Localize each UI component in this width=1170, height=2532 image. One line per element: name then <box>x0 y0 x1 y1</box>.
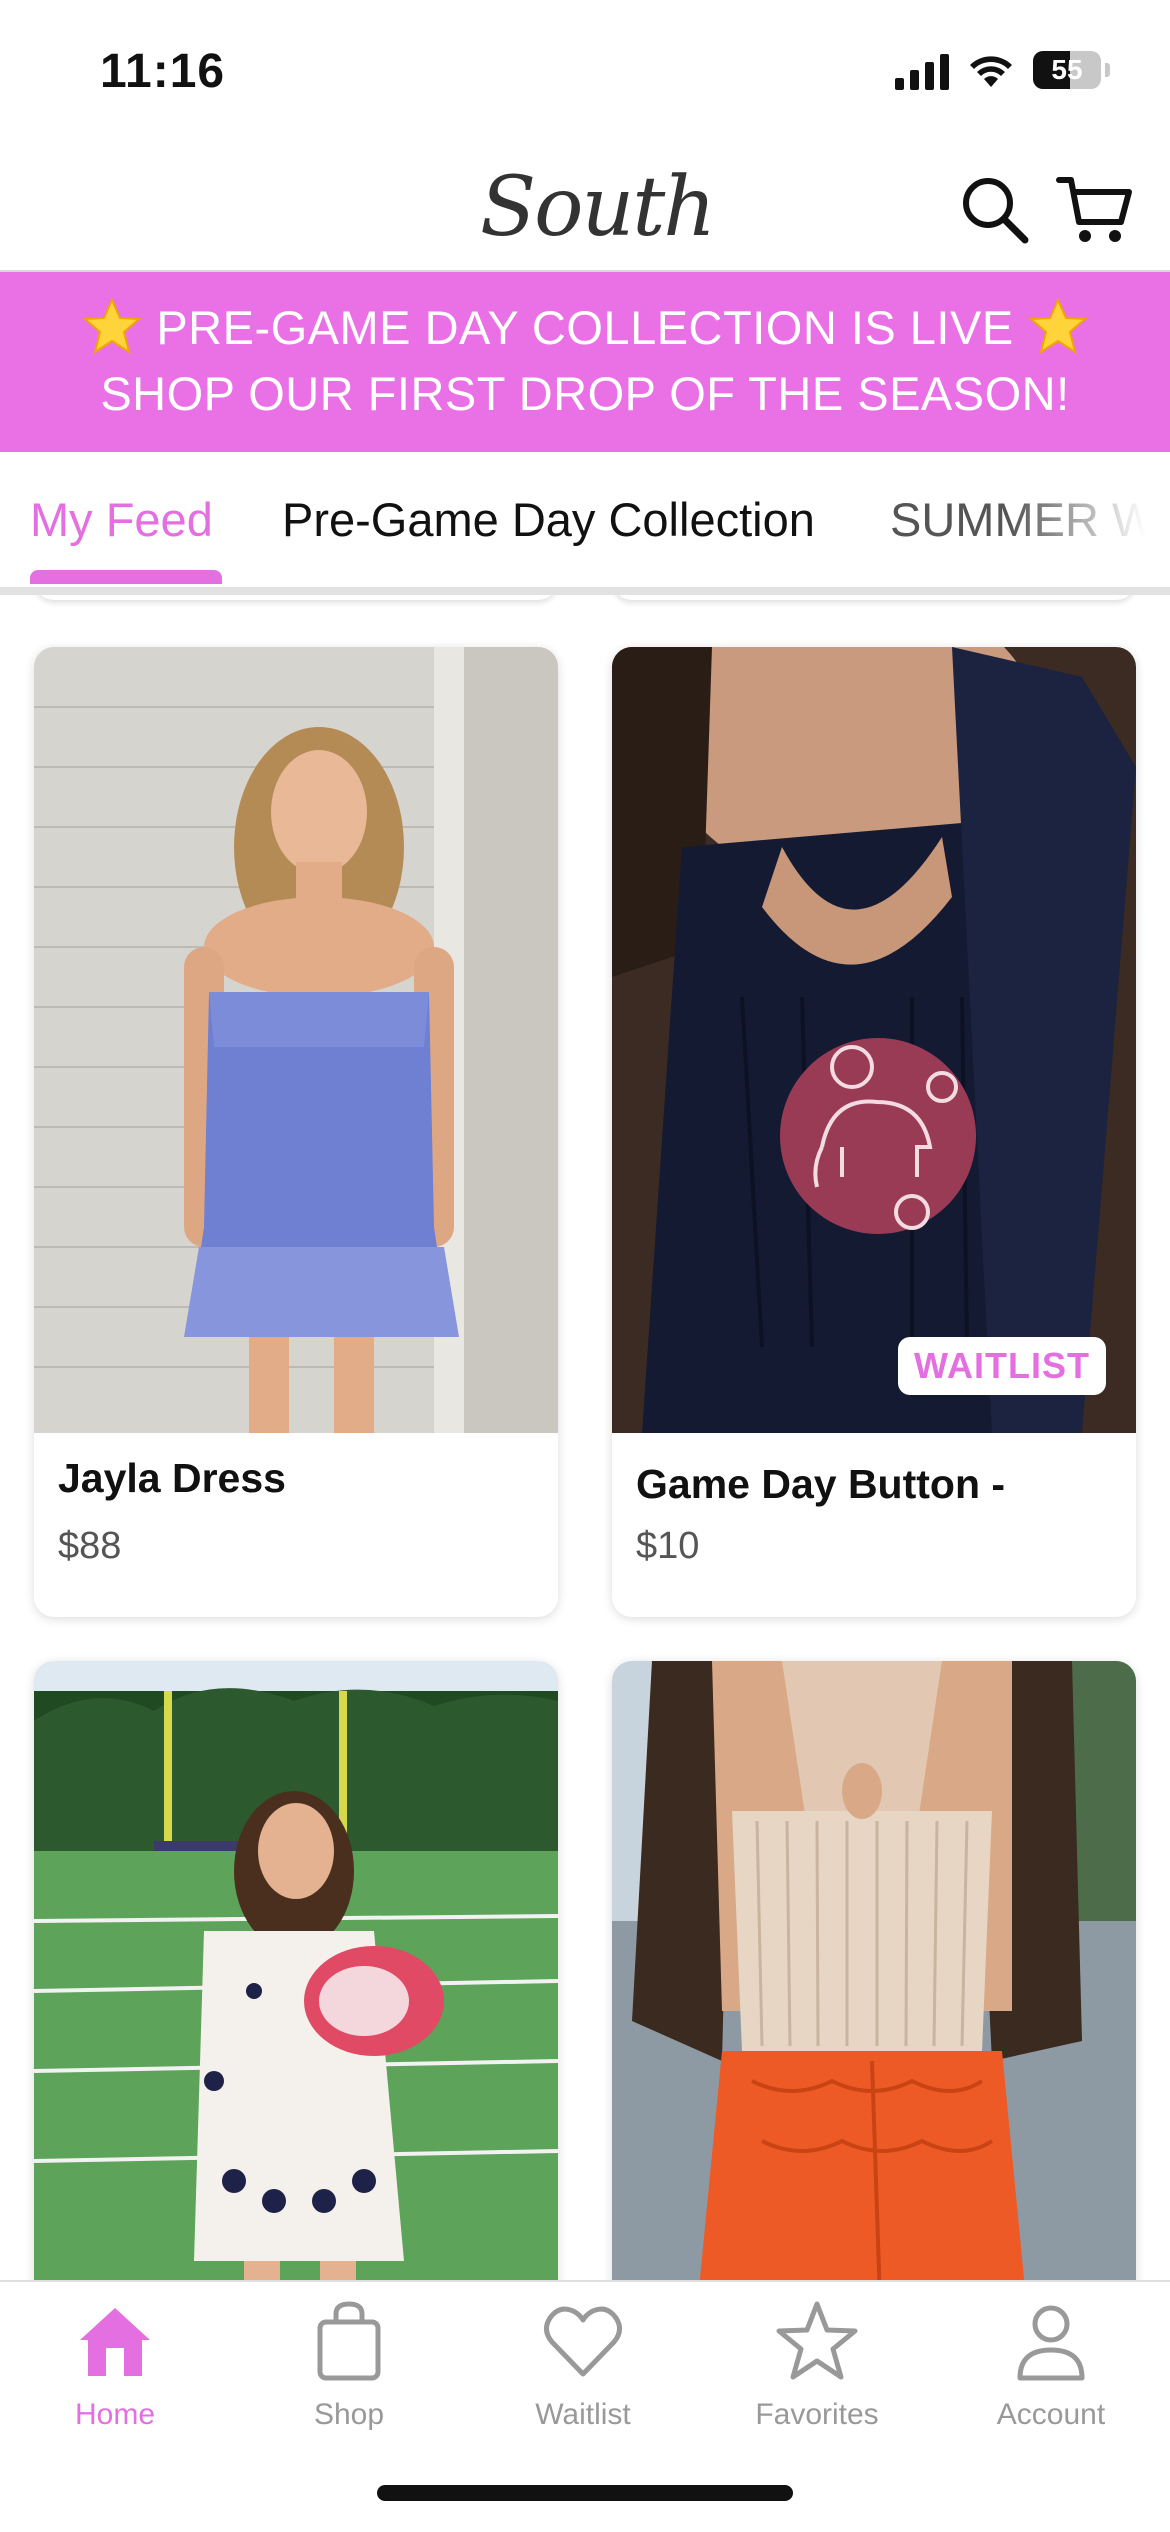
app-header: South <box>0 140 1170 272</box>
cart-button[interactable] <box>1055 170 1135 250</box>
nav-account-label: Account <box>996 2398 1106 2431</box>
product-card[interactable]: WAITLIST Game Day Button - $10 <box>612 647 1136 1617</box>
nav-waitlist[interactable]: Waitlist <box>483 2298 683 2432</box>
nav-favorites[interactable]: Favorites <box>717 2298 917 2432</box>
tab-my-feed[interactable]: My Feed <box>30 492 213 547</box>
status-indicators: 55 <box>895 50 1110 90</box>
nav-favorites-label: Favorites <box>755 2398 879 2431</box>
product-price: $88 <box>58 1525 122 1567</box>
nav-home-label: Home <box>74 2398 156 2431</box>
logo-text: South <box>480 160 716 255</box>
battery-icon: 55 <box>1033 51 1101 89</box>
product-image <box>34 1661 558 2280</box>
wifi-icon <box>970 56 1012 87</box>
south-logo[interactable]: South <box>480 150 716 260</box>
product-feed: Jayla Dress $88 WAITLIST Game Day Button… <box>0 595 1170 2280</box>
waitlist-badge: WAITLIST <box>898 1337 1106 1395</box>
promo-banner[interactable]: PRE-GAME DAY COLLECTION IS LIVE SHOP OUR… <box>0 272 1170 452</box>
nav-home[interactable]: Home <box>15 2298 215 2432</box>
previous-card-edge <box>34 595 558 600</box>
category-tabs: My Feed Pre-Game Day Collection SUMMER W <box>0 452 1170 590</box>
star-emoji-icon <box>82 297 142 355</box>
battery-level: 55 <box>1051 54 1083 85</box>
product-image <box>612 1661 1136 2280</box>
active-tab-indicator <box>30 570 222 584</box>
product-image <box>612 647 1136 1433</box>
battery-nub <box>1105 63 1110 77</box>
status-bar: 11:16 55 <box>0 0 1170 140</box>
product-card[interactable] <box>34 1661 558 2280</box>
cellular-signal-icon <box>895 50 949 90</box>
star-icon <box>776 2301 858 2380</box>
nav-shop-label: Shop <box>313 2398 385 2431</box>
status-time: 11:16 <box>100 45 226 98</box>
tabs-divider <box>0 587 1170 595</box>
previous-card-edge <box>612 595 1136 600</box>
tab-scroll-fade <box>1010 452 1170 582</box>
user-icon <box>1017 2305 1085 2381</box>
heart-icon <box>544 2306 622 2377</box>
home-indicator <box>377 2485 793 2501</box>
product-title: Jayla Dress <box>58 1455 286 1501</box>
search-icon <box>963 178 1029 244</box>
cart-icon <box>1056 177 1132 242</box>
promo-headline: PRE-GAME DAY COLLECTION IS LIVE <box>156 300 1014 354</box>
search-button[interactable] <box>955 170 1035 250</box>
product-card[interactable] <box>612 1661 1136 2280</box>
nav-account[interactable]: Account <box>951 2298 1151 2432</box>
home-icon <box>80 2308 150 2376</box>
product-title: Game Day Button - <box>636 1461 1006 1507</box>
product-image <box>34 647 558 1433</box>
nav-shop[interactable]: Shop <box>249 2298 449 2432</box>
star-emoji-icon <box>1028 297 1088 355</box>
product-price: $10 <box>636 1525 700 1567</box>
promo-subline: SHOP OUR FIRST DROP OF THE SEASON! <box>100 367 1070 420</box>
shopping-bag-icon <box>317 2301 381 2381</box>
product-card[interactable]: Jayla Dress $88 <box>34 647 558 1617</box>
tab-pre-game-day-collection[interactable]: Pre-Game Day Collection <box>282 492 815 547</box>
nav-waitlist-label: Waitlist <box>535 2398 631 2431</box>
